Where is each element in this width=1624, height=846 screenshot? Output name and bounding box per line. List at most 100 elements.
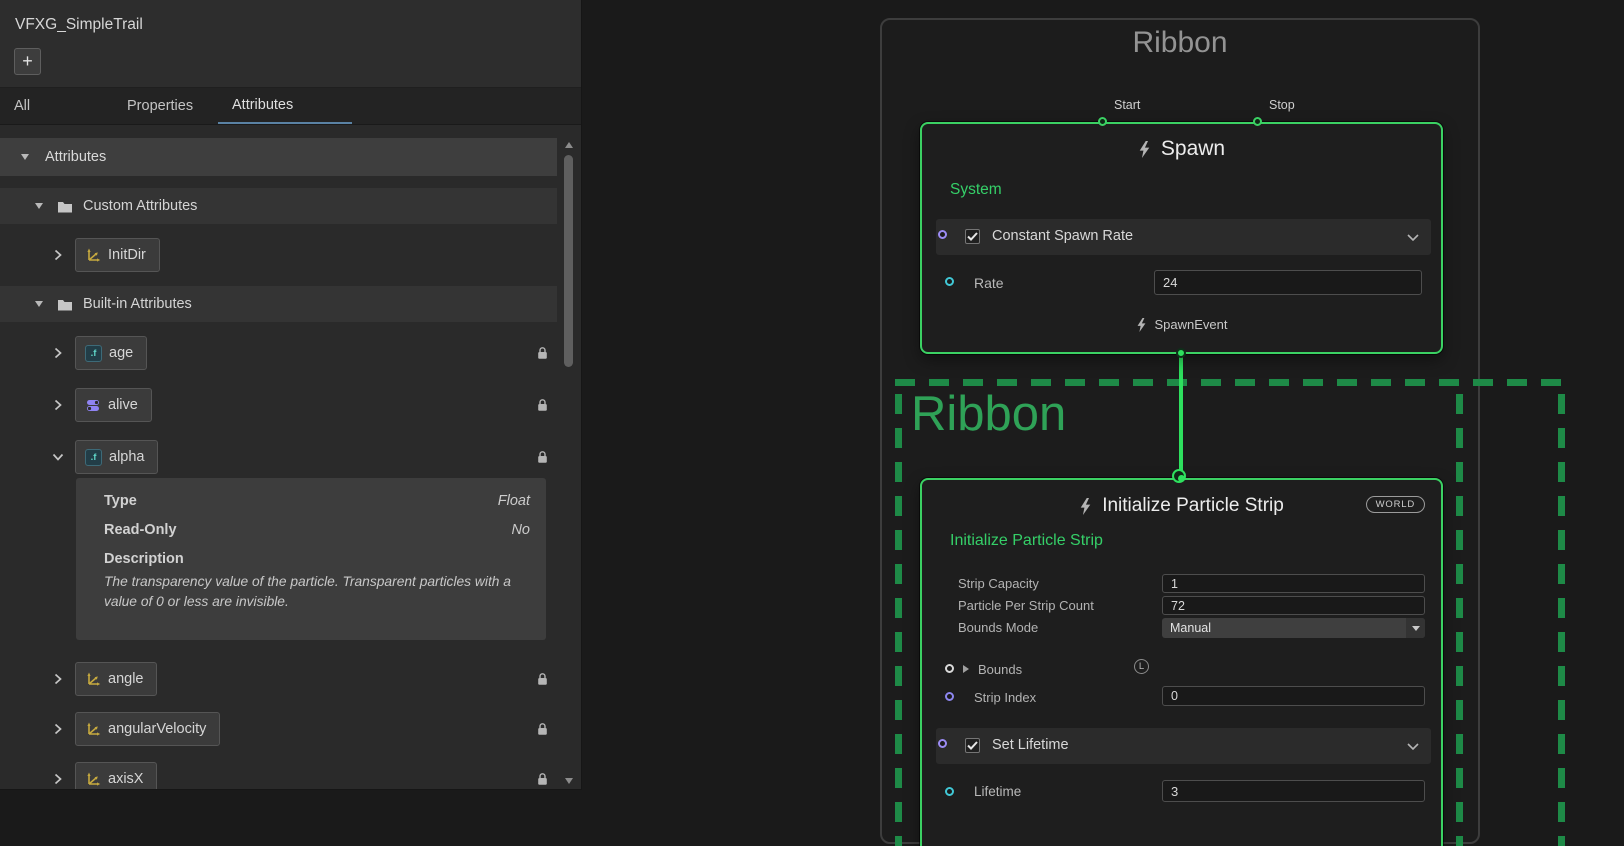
group-label: Built-in Attributes (83, 296, 192, 312)
initialize-title-row: Initialize Particle Strip (922, 495, 1441, 517)
initialize-particle-strip-node[interactable]: Initialize Particle Strip WORLD Initiali… (920, 478, 1443, 846)
vector3-icon (85, 721, 101, 737)
attribute-tree: Attributes Custom Attributes InitDir Bui… (0, 125, 581, 789)
set-lifetime-checkbox[interactable] (965, 738, 980, 753)
spawn-title-row: Spawn (922, 137, 1441, 161)
strip-index-field[interactable] (1162, 686, 1425, 706)
chevron-right-icon[interactable] (54, 399, 62, 411)
attribute-chip-age[interactable]: .f age (75, 336, 147, 370)
dropdown-arrow-icon (1406, 618, 1425, 638)
tab-all[interactable]: All (0, 88, 113, 124)
attribute-row-angular-velocity[interactable]: angularVelocity (0, 712, 557, 746)
block-label: Constant Spawn Rate (992, 228, 1133, 244)
particle-per-strip-count-label: Particle Per Strip Count (958, 598, 1094, 613)
group-builtin-attributes[interactable]: Built-in Attributes (0, 286, 557, 322)
attribute-name: axisX (108, 771, 143, 787)
attribute-chip-angular-velocity[interactable]: angularVelocity (75, 712, 220, 746)
rate-input-port[interactable] (945, 277, 954, 286)
lightning-icon (1136, 318, 1147, 332)
group-label: Custom Attributes (83, 198, 197, 214)
chevron-right-icon[interactable] (54, 249, 62, 261)
constant-spawn-rate-checkbox[interactable] (965, 229, 980, 244)
system-label: Ribbon (911, 386, 1066, 442)
chevron-right-icon[interactable] (54, 773, 62, 785)
scrollbar-thumb[interactable] (564, 155, 573, 367)
vector3-icon (85, 771, 101, 787)
block-enable-port[interactable] (938, 230, 947, 239)
foldout-open-icon[interactable] (35, 203, 43, 209)
spawn-event-row: SpawnEvent (922, 317, 1441, 332)
scroll-up-arrow[interactable] (565, 142, 573, 148)
lifetime-label: Lifetime (974, 784, 1021, 799)
vector3-icon (85, 247, 101, 263)
tab-properties[interactable]: Properties (113, 88, 218, 124)
rate-field[interactable] (1154, 270, 1422, 295)
bounds-mode-dropdown[interactable]: Manual (1162, 618, 1425, 638)
tree-root-attributes[interactable]: Attributes (0, 138, 557, 176)
attribute-chip-angle[interactable]: angle (75, 662, 157, 696)
block-enable-port[interactable] (938, 739, 947, 748)
spawn-context-node[interactable]: Start Stop Spawn System Constant Spawn R… (920, 122, 1443, 354)
group-custom-attributes[interactable]: Custom Attributes (0, 188, 557, 224)
float-type-icon: .f (85, 345, 102, 362)
chevron-right-icon[interactable] (54, 673, 62, 685)
lock-icon (536, 450, 549, 465)
lifetime-input-port[interactable] (945, 787, 954, 796)
blackboard-tabs: All Properties Attributes (0, 88, 581, 125)
world-space-badge[interactable]: WORLD (1366, 496, 1425, 513)
foldout-open-icon[interactable] (35, 301, 43, 307)
attribute-row-alpha[interactable]: .f alpha (0, 440, 557, 474)
lock-icon (536, 722, 549, 737)
group-title: Ribbon (880, 26, 1480, 60)
chevron-down-icon[interactable] (1407, 234, 1419, 241)
add-attribute-button[interactable]: + (14, 48, 41, 75)
bounds-label: Bounds (978, 662, 1022, 677)
attribute-row-alive[interactable]: alive (0, 388, 557, 422)
type-value: Float (498, 493, 530, 509)
attribute-chip-initdir[interactable]: InitDir (75, 238, 160, 272)
foldout-open-icon[interactable] (21, 154, 29, 160)
bounds-input-port[interactable] (945, 664, 954, 673)
attribute-name: angularVelocity (108, 721, 206, 737)
attribute-chip-alpha[interactable]: .f alpha (75, 440, 158, 474)
spawn-output-flow-port[interactable] (1176, 348, 1186, 358)
stop-flow-port[interactable] (1253, 117, 1262, 126)
chevron-right-icon[interactable] (54, 347, 62, 359)
scroll-down-arrow[interactable] (565, 778, 573, 784)
attribute-row-initdir[interactable]: InitDir (0, 238, 557, 272)
attribute-chip-alive[interactable]: alive (75, 388, 152, 422)
system-border-left (895, 394, 902, 846)
chevron-right-icon[interactable] (54, 723, 62, 735)
chevron-down-icon[interactable] (52, 453, 64, 461)
attribute-chip-axis-x[interactable]: axisX (75, 762, 157, 790)
attribute-name: InitDir (108, 247, 146, 263)
rate-label: Rate (974, 275, 1004, 291)
attribute-name: age (109, 345, 133, 361)
attribute-name: alive (108, 397, 138, 413)
lightning-icon (1138, 141, 1151, 158)
check-icon (967, 741, 978, 750)
system-border-top (895, 379, 1571, 386)
attribute-row-angle[interactable]: angle (0, 662, 557, 696)
attribute-row-age[interactable]: .f age (0, 336, 557, 370)
initialize-input-flow-port[interactable] (1172, 469, 1186, 483)
flow-edge-spawn-to-initialize[interactable] (1179, 354, 1183, 480)
constant-spawn-rate-block[interactable]: Constant Spawn Rate (936, 219, 1431, 255)
lifetime-field[interactable] (1162, 780, 1425, 802)
strip-capacity-field[interactable] (1162, 574, 1425, 593)
scrollbar[interactable] (561, 139, 577, 787)
chevron-down-icon[interactable] (1407, 743, 1419, 750)
start-flow-port[interactable] (1098, 117, 1107, 126)
particle-per-strip-count-field[interactable] (1162, 596, 1425, 615)
strip-index-input-port[interactable] (945, 692, 954, 701)
readonly-label: Read-Only (104, 522, 177, 538)
system-border-right (1456, 394, 1463, 846)
start-port-label: Start (1114, 98, 1140, 112)
blackboard-panel: VFXG_SimpleTrail + All Properties Attrib… (0, 0, 582, 790)
set-lifetime-block[interactable]: Set Lifetime (936, 728, 1431, 764)
tab-attributes[interactable]: Attributes (218, 88, 352, 124)
bounds-expander-icon[interactable] (963, 665, 969, 673)
type-label: Type (104, 493, 137, 509)
initialize-header: Initialize Particle Strip (950, 532, 1103, 550)
attribute-row-axis-x[interactable]: axisX (0, 762, 557, 790)
